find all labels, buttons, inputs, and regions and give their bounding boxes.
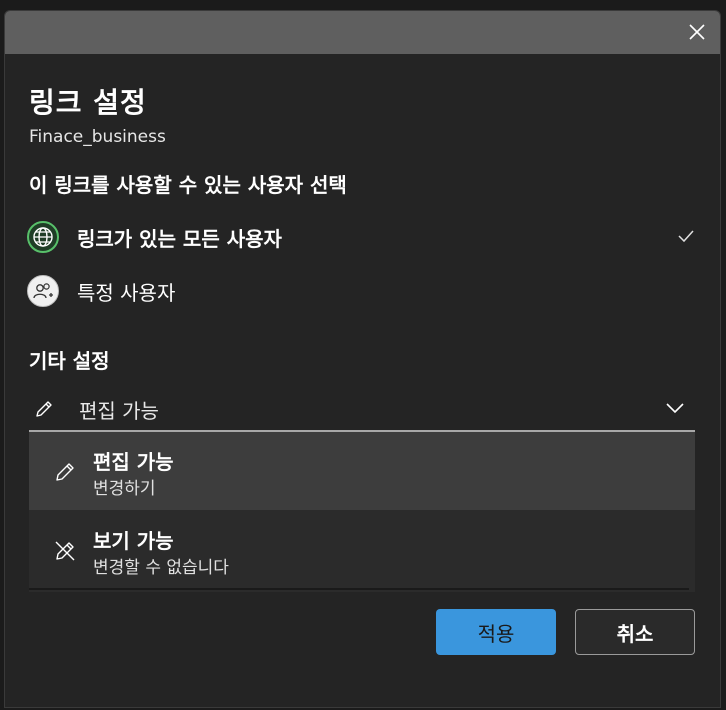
dropdown-item-title: 편집 가능 [93,450,174,474]
cancel-button[interactable]: 취소 [575,609,695,655]
dropdown-item-can-edit[interactable]: 편집 가능 변경하기 [29,432,695,510]
permission-dropdown: 편집 가능 변경하기 보기 가능 변경할 수 없습니다 [29,432,695,592]
pencil-icon [36,401,52,417]
dropdown-item-desc: 변경하기 [93,479,156,499]
dropdown-divider [29,588,689,590]
chevron-down-icon [666,403,684,414]
option-specific-label: 특정 사용자 [77,280,176,305]
dialog-title: 링크 설정 [29,86,147,119]
close-button[interactable] [684,19,710,45]
apply-button[interactable]: 적용 [436,609,556,655]
access-heading: 이 링크를 사용할 수 있는 사용자 선택 [29,173,347,197]
close-icon [689,24,705,40]
check-icon [678,230,694,243]
option-anyone-label: 링크가 있는 모든 사용자 [77,226,282,251]
title-bar [5,11,720,54]
file-name: Finace_business [29,127,166,147]
other-settings-heading: 기타 설정 [29,349,110,373]
permission-select[interactable]: 편집 가능 [29,388,695,432]
dropdown-item-can-view[interactable]: 보기 가능 변경할 수 없습니다 [29,511,695,589]
permission-select-value: 편집 가능 [79,398,159,423]
people-icon [27,275,59,307]
dropdown-item-desc: 변경할 수 없습니다 [93,558,229,578]
pencil-icon [56,463,74,481]
link-settings-dialog: 링크 설정 Finace_business 이 링크를 사용할 수 있는 사용자… [4,10,721,708]
pencil-off-icon [55,541,75,561]
option-specific-people[interactable]: 특정 사용자 [27,269,695,313]
dropdown-item-title: 보기 가능 [93,529,174,553]
globe-icon [27,221,59,253]
option-anyone-with-link[interactable]: 링크가 있는 모든 사용자 [27,215,695,259]
